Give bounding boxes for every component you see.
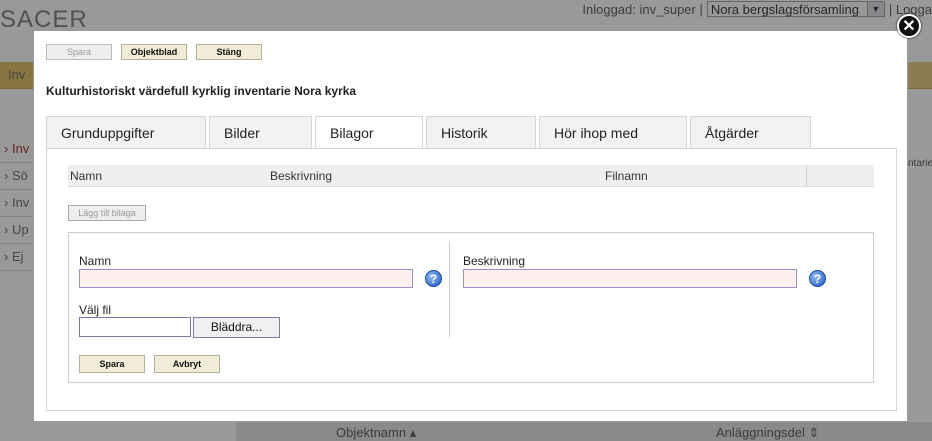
col-namn[interactable]: Namn [70, 169, 102, 183]
help-icon[interactable]: ? [809, 270, 826, 287]
column-separator [806, 165, 807, 186]
attachments-grid-header: Namn Beskrivning Filnamn [68, 165, 874, 187]
tab-bilagor[interactable]: Bilagor [315, 116, 423, 151]
tab-historik[interactable]: Historik [426, 116, 536, 149]
file-label: Välj fil [79, 303, 112, 317]
dialog-title: Kulturhistoriskt värdefull kyrklig inven… [46, 84, 357, 98]
form-cancel-button[interactable]: Avbryt [154, 355, 220, 373]
help-icon[interactable]: ? [425, 270, 442, 287]
tab-bilder[interactable]: Bilder [209, 116, 312, 149]
form-divider [449, 241, 450, 337]
file-path-input[interactable] [79, 317, 191, 337]
browse-button[interactable]: Bläddra... [193, 317, 280, 338]
form-save-button[interactable]: Spara [79, 355, 145, 373]
name-input[interactable] [79, 269, 413, 288]
col-filnamn[interactable]: Filnamn [605, 169, 648, 183]
tab-hor-ihop-med[interactable]: Hör ihop med [539, 116, 687, 149]
tab-atgarder[interactable]: Åtgärder [690, 116, 811, 149]
save-button-disabled[interactable]: Spara [46, 44, 112, 60]
col-beskrivning[interactable]: Beskrivning [270, 169, 332, 183]
description-label: Beskrivning [463, 254, 526, 268]
close-icon[interactable]: ✕ [897, 14, 921, 38]
add-attachment-button[interactable]: Lägg till bilaga [68, 205, 146, 221]
name-label: Namn [79, 254, 112, 268]
description-input[interactable] [463, 269, 797, 288]
close-button[interactable]: Stäng [196, 44, 262, 60]
tab-grunduppgifter[interactable]: Grunduppgifter [46, 116, 206, 149]
object-sheet-button[interactable]: Objektblad [121, 44, 187, 60]
attachment-dialog: Spara Objektblad Stäng Kulturhistoriskt … [33, 30, 908, 422]
